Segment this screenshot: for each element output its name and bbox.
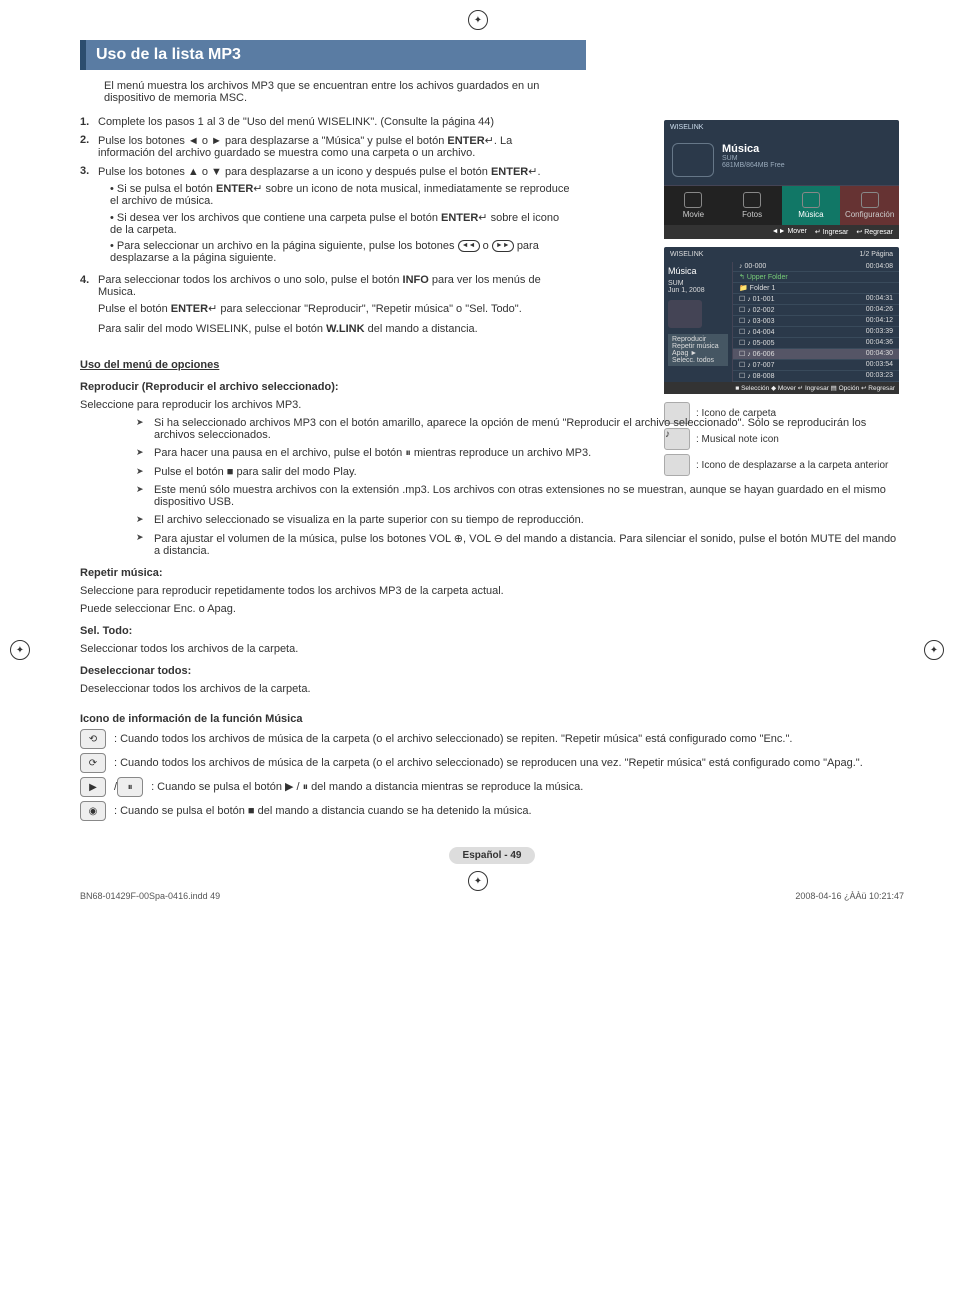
intro-text: El menú muestra los archivos MP3 que se … — [104, 80, 564, 104]
info-row: ⟳ : Cuando todos los archivos de música … — [80, 753, 904, 773]
info-row: ▶ / ⏸ : Cuando se pulsa el botón ▶ / ⏸ d… — [80, 777, 904, 797]
bullet-item: Para hacer una pausa en el archivo, puls… — [140, 447, 904, 460]
opt-seltodo-text: Seleccionar todos los archivos de la car… — [80, 643, 904, 655]
wiselink-top-panel: WISELINK Música SUM681MB/864MB Free Movi… — [664, 120, 899, 239]
opt-repetir-p1: Seleccione para reproducir repetidamente… — [80, 585, 904, 597]
music-note-icon — [668, 300, 702, 328]
print-timestamp: 2008-04-16 ¿ÀÀü 10:21:47 — [795, 891, 904, 901]
list-item[interactable]: ☐ ♪ 08-00800:03:23 — [733, 371, 899, 382]
fastfwd-icon: ►► — [492, 240, 514, 252]
hint-mover: ◄► Mover — [772, 228, 807, 236]
page-number: Español - 49 — [80, 849, 904, 861]
crop-mark-icon: ✦ — [10, 640, 30, 660]
list-item[interactable]: ☐ ♪ 07-00700:03:54 — [733, 360, 899, 371]
list-item[interactable]: ☐ ♪ 06-00600:04:30 — [733, 349, 899, 360]
context-menu[interactable]: Reproducir Repetir música Apag ► Selecc.… — [668, 334, 728, 366]
list-item[interactable]: ☐ ♪ 04-00400:03:39 — [733, 327, 899, 338]
step-3: 3. Pulse los botones ▲ o ▼ para desplaza… — [80, 165, 570, 268]
info-row: ◉ : Cuando se pulsa el botón ■ del mando… — [80, 801, 904, 821]
tab-musica[interactable]: Música — [782, 186, 841, 225]
opt-repetir-heading: Repetir música: — [80, 567, 904, 579]
crop-mark-icon: ✦ — [924, 640, 944, 660]
page-title: Uso de la lista MP3 — [80, 40, 586, 70]
opt-deselect-text: Deseleccionar todos los archivos de la c… — [80, 683, 904, 695]
crop-mark-icon: ✦ — [468, 871, 488, 891]
opt-seltodo-heading: Sel. Todo: — [80, 625, 904, 637]
bullet-item: Este menú sólo muestra archivos con la e… — [140, 484, 904, 508]
tab-movie[interactable]: Movie — [664, 186, 723, 225]
enter-icon: ↵ — [478, 212, 487, 224]
step-3-sub-3: • Para seleccionar un archivo en la pági… — [110, 240, 570, 264]
info-row: ⟲ : Cuando todos los archivos de música … — [80, 729, 904, 749]
print-file: BN68-01429F-00Spa-0416.indd 49 — [80, 891, 220, 901]
wiselink-list-panel: WISELINK 1/2 Página Música SUM Jun 1, 20… — [664, 247, 899, 394]
bullet-item: El archivo seleccionado se visualiza en … — [140, 514, 904, 526]
opt-repetir-p2: Puede seleccionar Enc. o Apag. — [80, 603, 904, 615]
rewind-icon: ◄◄ — [458, 240, 480, 252]
hint-ingresar: ↵ Ingresar — [815, 228, 849, 236]
info-icons-heading: Icono de información de la función Músic… — [80, 713, 904, 725]
stop-icon: ◉ — [80, 801, 106, 821]
hint-regresar: ↩ Regresar — [856, 228, 893, 236]
pause-icon: ⏸ — [117, 777, 143, 797]
bullet-item: Si ha seleccionado archivos MP3 con el b… — [140, 417, 904, 441]
opt-deselect-heading: Deseleccionar todos: — [80, 665, 904, 677]
list-item[interactable]: ☐ ♪ 01-00100:04:31 — [733, 294, 899, 305]
step-3-sub-2: • Si desea ver los archivos que contiene… — [110, 211, 570, 236]
step-4: 4. Para seleccionar todos los archivos o… — [80, 274, 570, 339]
enter-icon: ↵ — [208, 303, 217, 315]
tab-config[interactable]: Configuración — [840, 186, 899, 225]
repeat-off-icon: ⟳ — [80, 753, 106, 773]
list-item[interactable]: ☐ ♪ 05-00500:04:36 — [733, 338, 899, 349]
list-item[interactable]: ☐ ♪ 03-00300:04:12 — [733, 316, 899, 327]
play-icon: ▶ — [80, 777, 106, 797]
headphones-icon — [672, 143, 714, 177]
list-item[interactable]: 📁 Folder 1 — [733, 283, 899, 294]
step-3-sub-1: • Si se pulsa el botón ENTER↵ sobre un i… — [110, 182, 570, 207]
bullet-item: Pulse el botón ■ para salir del modo Pla… — [140, 466, 904, 478]
bullet-item: Para ajustar el volumen de la música, pu… — [140, 532, 904, 557]
list-item[interactable]: ☐ ♪ 02-00200:04:26 — [733, 305, 899, 316]
list-item[interactable]: ↰ Upper Folder — [733, 272, 899, 283]
repeat-on-icon: ⟲ — [80, 729, 106, 749]
tab-fotos[interactable]: Fotos — [723, 186, 782, 225]
enter-icon: ↵ — [485, 135, 494, 147]
list-footer-hints: ■ Selección ◆ Mover ↵ Ingresar ▤ Opción … — [664, 382, 899, 394]
step-1: 1. Complete los pasos 1 al 3 de "Uso del… — [80, 116, 570, 128]
crop-mark-icon: ✦ — [468, 10, 488, 30]
step-2: 2. Pulse los botones ◄ o ► para desplaza… — [80, 134, 570, 159]
